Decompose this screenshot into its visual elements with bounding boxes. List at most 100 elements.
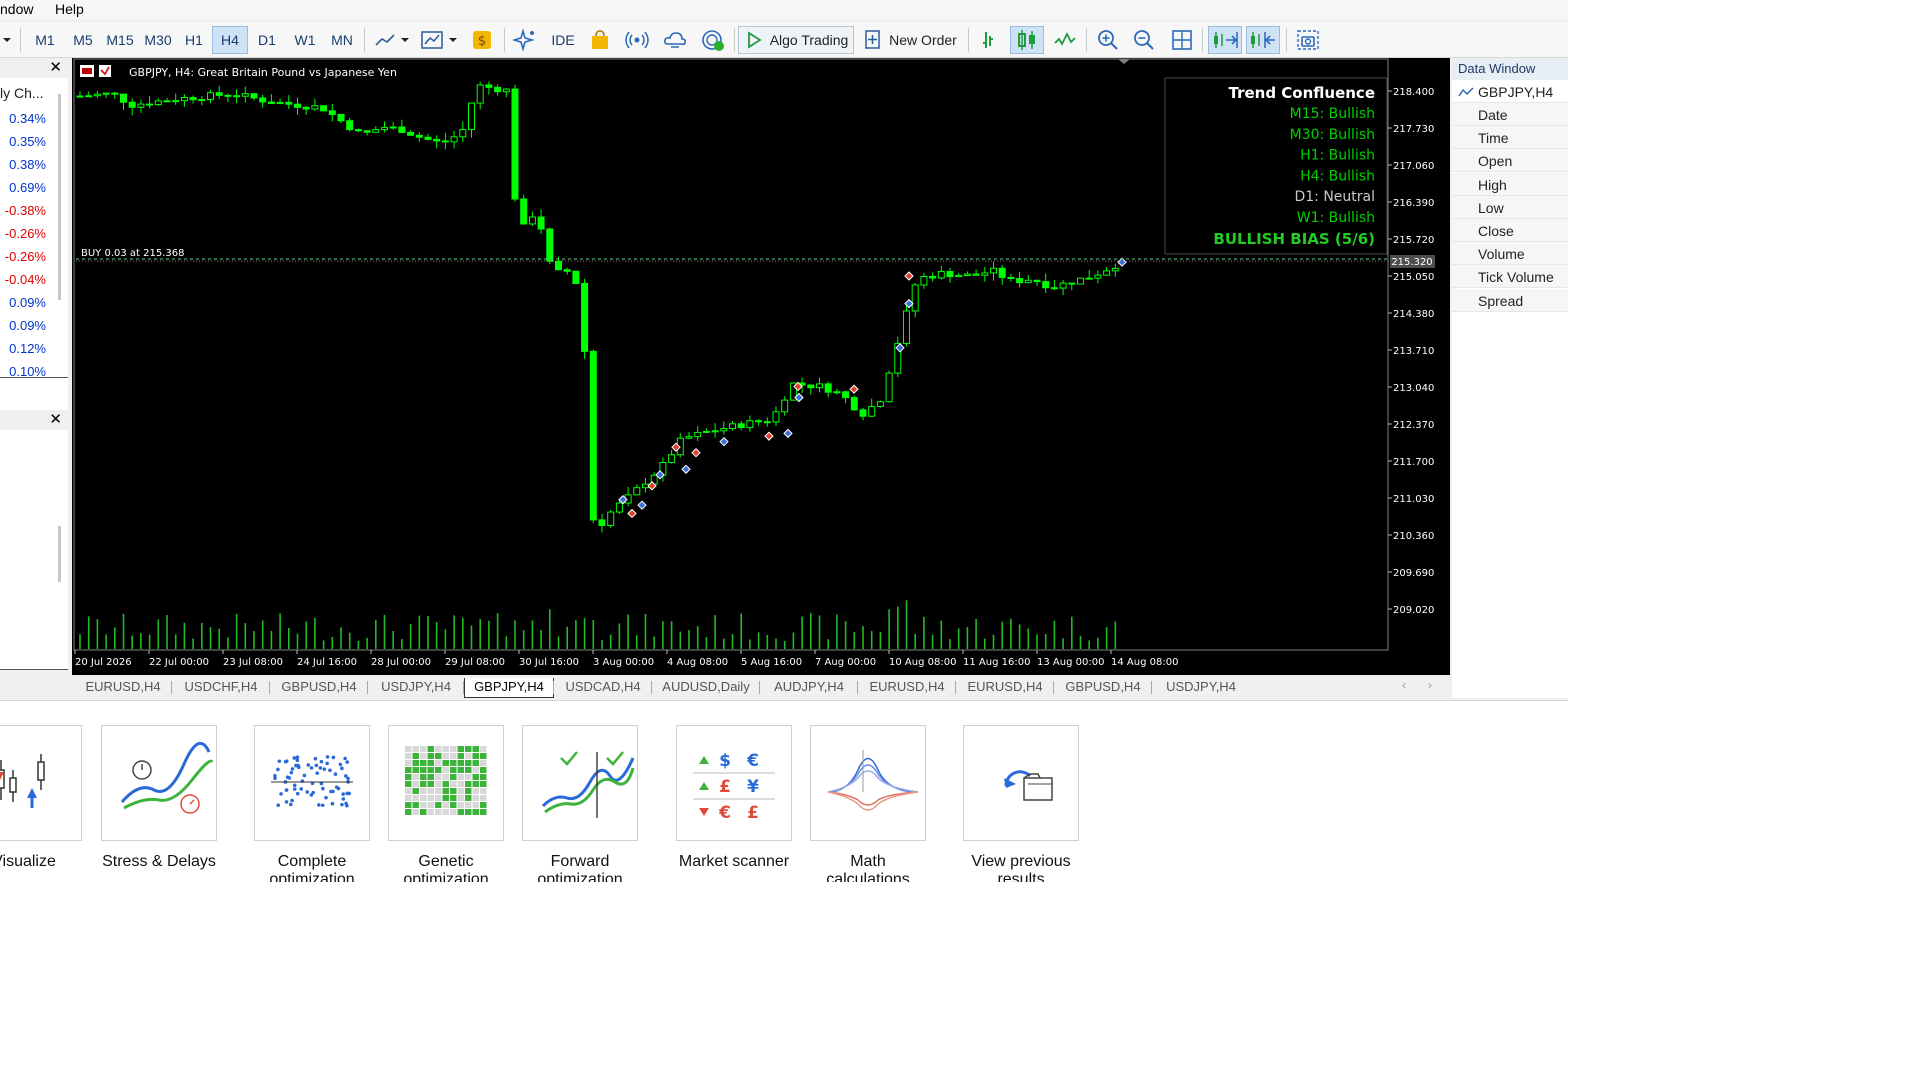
auto-scroll-icon[interactable]	[1208, 26, 1242, 54]
candle-body	[1085, 277, 1093, 280]
bar-chart-icon[interactable]	[976, 26, 1004, 54]
market-watch-change[interactable]: 0.69%	[0, 180, 46, 195]
new-order-button[interactable]: New Order	[860, 26, 960, 54]
ide-button[interactable]: IDE	[546, 26, 580, 54]
chart-shift-icon[interactable]	[1246, 26, 1280, 54]
vps-icon[interactable]	[698, 26, 728, 54]
market-bag-icon[interactable]	[586, 26, 614, 54]
market-watch-change[interactable]: 0.34%	[0, 111, 46, 126]
candle-body	[294, 103, 301, 108]
tester-card-label[interactable]: View previous results	[946, 853, 1096, 882]
sparkle-icon[interactable]	[510, 26, 540, 54]
candle-body	[450, 136, 458, 143]
timeframe-h4[interactable]: H4	[212, 26, 248, 54]
chart-tab[interactable]: AUDUSD,Daily	[652, 678, 760, 698]
zoom-out-icon[interactable]	[1130, 26, 1158, 54]
tester-card-math-calculations[interactable]	[810, 725, 926, 841]
data-window-field[interactable]: Time	[1452, 126, 1568, 150]
toolbar-dropdown-icon[interactable]	[0, 26, 14, 54]
candle-body	[311, 105, 319, 110]
data-window-field[interactable]: Date	[1452, 103, 1568, 126]
chart-tab[interactable]: GBPUSD,H4	[270, 678, 368, 698]
data-window-field[interactable]: Tick Volume	[1452, 265, 1568, 289]
tester-card-label[interactable]: Math calculations	[793, 853, 943, 882]
price-level: 211.700	[1393, 457, 1434, 468]
chart-tab[interactable]: GBPJPY,H4	[464, 678, 554, 698]
tester-card-forward-optimization[interactable]	[522, 725, 638, 841]
market-watch-change[interactable]: -0.04%	[0, 272, 46, 287]
close-icon[interactable]: ✕	[49, 58, 62, 76]
menu-help[interactable]: Help	[55, 1, 84, 17]
tester-card-genetic-optimization[interactable]	[388, 725, 504, 841]
market-watch-change[interactable]: 0.12%	[0, 341, 46, 356]
timeframe-m30[interactable]: M30	[140, 26, 176, 54]
tester-card-view-previous-results[interactable]	[963, 725, 1079, 841]
timeframe-d1[interactable]: D1	[250, 26, 284, 54]
order-line-label[interactable]: BUY 0.03 at 215.368	[81, 248, 185, 259]
market-watch-change[interactable]: -0.38%	[0, 203, 46, 218]
market-watch-change[interactable]: -0.26%	[0, 249, 46, 264]
cloud-icon[interactable]	[660, 26, 690, 54]
chart-tab[interactable]: USDJPY,H4	[368, 678, 464, 698]
dollar-icon[interactable]: $	[468, 26, 496, 54]
tester-card-label[interactable]: Complete optimization	[237, 853, 387, 882]
market-watch-change[interactable]: 0.09%	[0, 318, 46, 333]
tester-card-label[interactable]: Market scanner	[659, 853, 809, 871]
close-icon[interactable]: ✕	[49, 410, 62, 428]
timeframe-m15[interactable]: M15	[102, 26, 138, 54]
chart-type-icon[interactable]	[372, 26, 412, 54]
tab-scroll-right-icon[interactable]: ›	[1428, 678, 1432, 692]
candle-body	[76, 95, 84, 98]
tester-card-label[interactable]: Stress & Delays	[84, 853, 234, 871]
data-window-field[interactable]: Spread	[1452, 288, 1568, 312]
timeframe-h1[interactable]: H1	[178, 26, 210, 54]
tab-scroll-left-icon[interactable]: ‹	[1402, 678, 1406, 692]
menu-bar: ndow Help	[0, 0, 1568, 20]
tester-card-label[interactable]: Genetic optimization	[371, 853, 521, 882]
chart-area[interactable]: BUY 0.03 at 215.368 GBPJPY, H4: Great Br…	[72, 58, 1450, 675]
candle-body	[346, 120, 354, 131]
data-window-field[interactable]: High	[1452, 172, 1568, 196]
chart-tab[interactable]: EURUSD,H4	[956, 678, 1054, 698]
tester-card-stress-delays[interactable]	[101, 725, 217, 841]
menu-window[interactable]: ndow	[0, 1, 33, 17]
chart-tab[interactable]: EURUSD,H4	[858, 678, 956, 698]
price-chart[interactable]: BUY 0.03 at 215.368 GBPJPY, H4: Great Br…	[72, 58, 1450, 675]
zoom-in-icon[interactable]	[1094, 26, 1122, 54]
algo-trading-button[interactable]: Algo Trading	[738, 26, 854, 54]
grid-icon[interactable]	[1168, 26, 1196, 54]
chart-tab[interactable]: EURUSD,H4	[74, 678, 172, 698]
chart-tab[interactable]: USDCAD,H4	[554, 678, 652, 698]
data-window-field[interactable]: Low	[1452, 195, 1568, 219]
timeframe-w1[interactable]: W1	[288, 26, 322, 54]
market-watch-change[interactable]: 0.38%	[0, 157, 46, 172]
tester-card-label[interactable]: Forward optimization	[505, 853, 655, 882]
indicators-icon[interactable]	[418, 26, 460, 54]
timeframe-mn[interactable]: MN	[324, 26, 360, 54]
price-level: 217.060	[1393, 161, 1434, 172]
chart-tab[interactable]: USDJPY,H4	[1152, 678, 1250, 698]
market-watch-change[interactable]: -0.26%	[0, 226, 46, 241]
timeframe-m1[interactable]: M1	[28, 26, 62, 54]
tester-card-market-scanner[interactable]: $ € £ ¥ € £	[676, 725, 792, 841]
time-label: 4 Aug 08:00	[667, 657, 728, 668]
data-window-field[interactable]: Open	[1452, 149, 1568, 173]
market-watch-change[interactable]: 0.35%	[0, 134, 46, 149]
candlestick-icon[interactable]	[1010, 26, 1044, 54]
signals-icon[interactable]	[622, 26, 652, 54]
screenshot-icon[interactable]	[1294, 26, 1322, 54]
scrollbar[interactable]	[58, 94, 61, 300]
market-watch-change[interactable]: 0.09%	[0, 295, 46, 310]
chart-tab[interactable]: USDCHF,H4	[172, 678, 270, 698]
data-window-field[interactable]: Close	[1452, 219, 1568, 242]
data-window-symbol[interactable]: GBPJPY,H4	[1452, 80, 1568, 103]
scrollbar[interactable]	[58, 526, 61, 582]
timeframe-m5[interactable]: M5	[66, 26, 100, 54]
change-column-header[interactable]: ly Ch...	[0, 85, 44, 101]
tester-card-visualize[interactable]	[0, 725, 82, 841]
data-window-field[interactable]: Volume	[1452, 242, 1568, 266]
tester-card-complete-optimization[interactable]	[254, 725, 370, 841]
chart-tab[interactable]: GBPUSD,H4	[1054, 678, 1152, 698]
chart-tab[interactable]: AUDJPY,H4	[760, 678, 858, 698]
line-chart-icon[interactable]	[1050, 26, 1080, 54]
